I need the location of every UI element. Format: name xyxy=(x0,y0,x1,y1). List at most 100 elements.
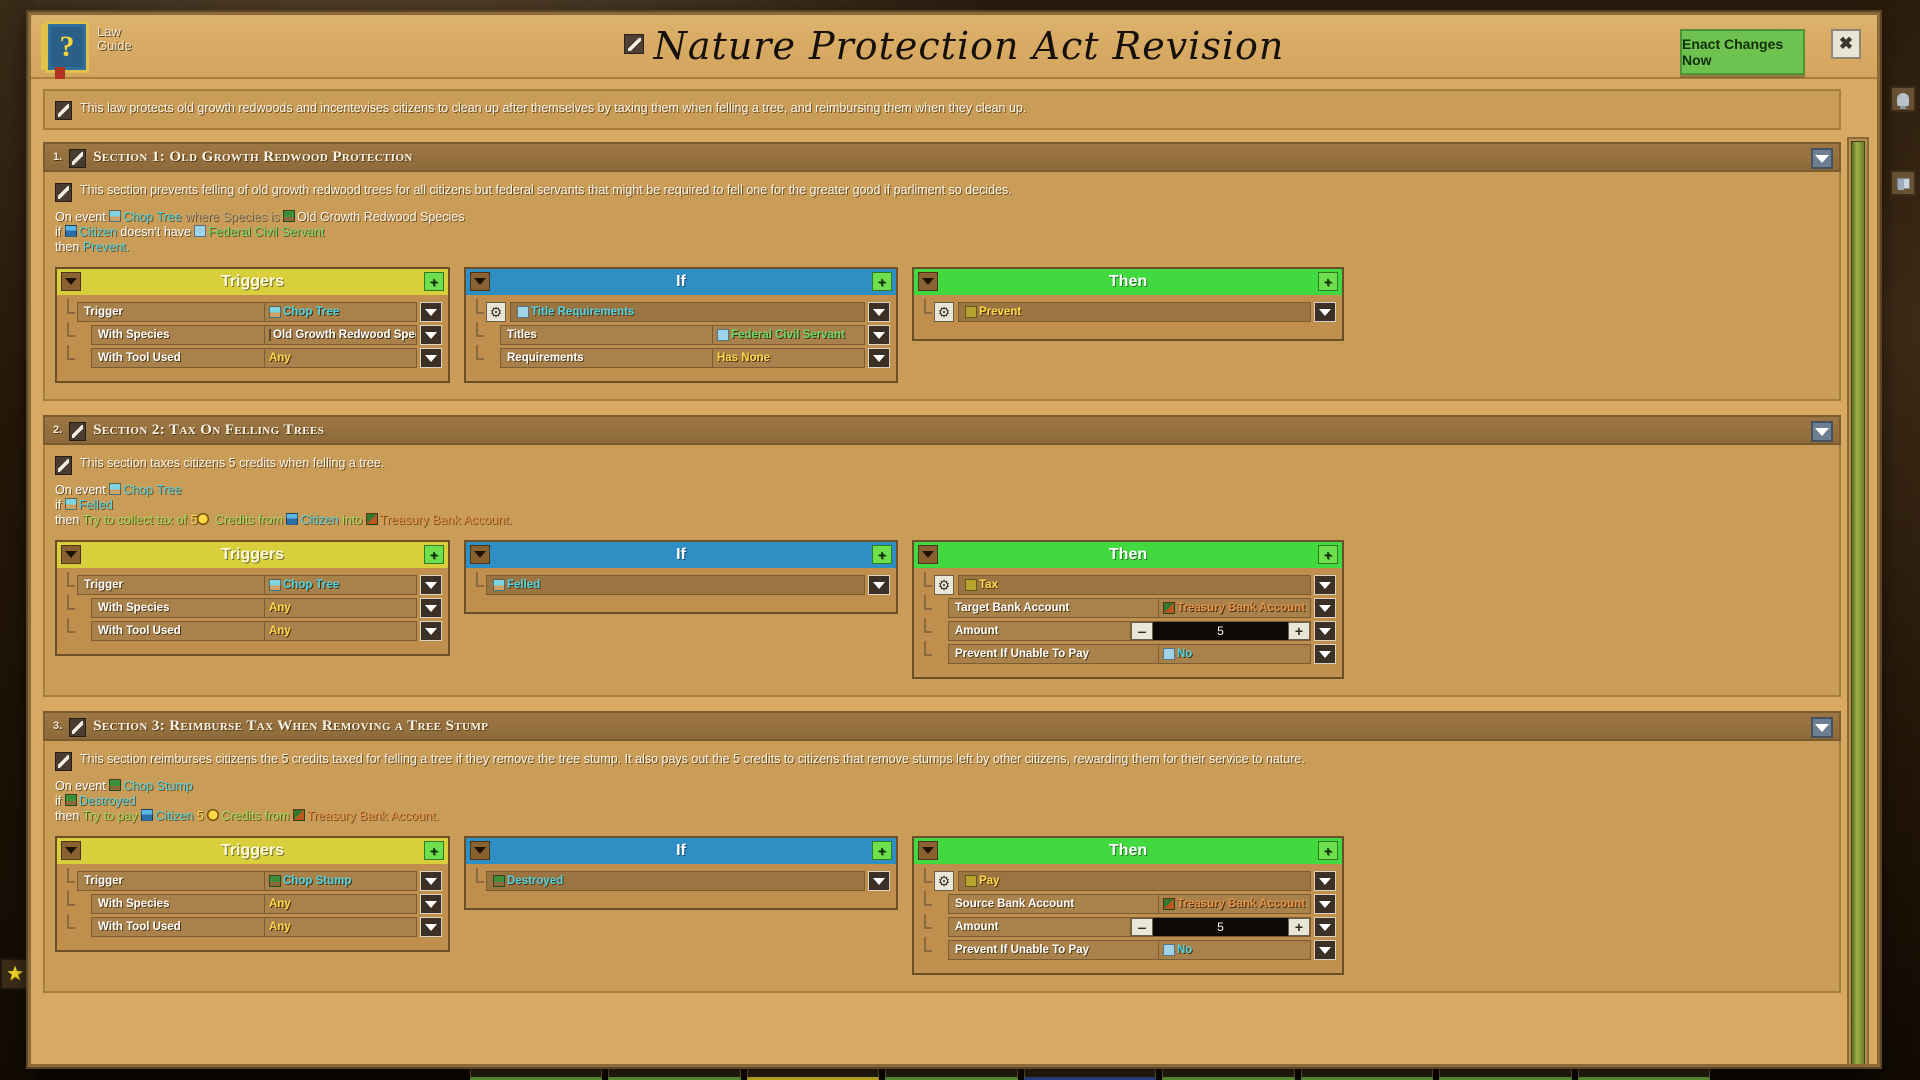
collapse-section-button[interactable] xyxy=(1811,717,1833,738)
collapse-triggers-button[interactable] xyxy=(61,272,81,291)
collapse-section-button[interactable] xyxy=(1811,148,1833,169)
chevron-down-icon[interactable] xyxy=(420,325,442,345)
collapse-then-button[interactable] xyxy=(918,272,938,291)
chevron-down-icon[interactable] xyxy=(420,575,442,595)
add-triggers-button[interactable]: + xyxy=(424,272,444,291)
add-triggers-button[interactable]: + xyxy=(424,545,444,564)
gear-icon[interactable]: ⚙ xyxy=(934,302,954,322)
collapse-then-button[interactable] xyxy=(918,545,938,564)
pseudocode-line: then Prevent. xyxy=(55,240,130,254)
scrollbar-thumb[interactable] xyxy=(1851,141,1865,1064)
collapse-triggers-button[interactable] xyxy=(61,545,81,564)
add-if-button[interactable]: + xyxy=(872,545,892,564)
window-titlebar: ? Law Guide Nature Protection Act Revisi… xyxy=(31,15,1877,79)
property-field[interactable]: Source Bank Account Treasury Bank Account xyxy=(948,894,1311,914)
property-field[interactable]: Pay xyxy=(958,871,1311,891)
property-label: Amount xyxy=(955,625,999,637)
windows-button[interactable] xyxy=(1890,170,1916,196)
chevron-down-icon[interactable] xyxy=(420,871,442,891)
property-field[interactable]: Tax xyxy=(958,575,1311,595)
chevron-down-icon[interactable] xyxy=(420,302,442,322)
collapse-section-button[interactable] xyxy=(1811,421,1833,442)
property-field[interactable]: Trigger Chop Stump xyxy=(77,871,417,891)
enact-changes-button[interactable]: Enact Changes Now xyxy=(1680,29,1805,75)
collapse-if-button[interactable] xyxy=(470,272,490,291)
chevron-down-icon[interactable] xyxy=(420,917,442,937)
chevron-down-icon[interactable] xyxy=(1314,917,1336,937)
chevron-down-icon[interactable] xyxy=(1314,598,1336,618)
property-field[interactable]: With Species Any xyxy=(91,894,417,914)
property-field[interactable]: Trigger Chop Tree xyxy=(77,575,417,595)
add-then-button[interactable]: + xyxy=(1318,545,1338,564)
property-field[interactable]: Destroyed xyxy=(486,871,865,891)
chevron-down-icon[interactable] xyxy=(868,348,890,368)
property-field[interactable]: Title Requirements xyxy=(510,302,865,322)
property-field[interactable]: Prevent If Unable To Pay No xyxy=(948,940,1311,960)
chevron-down-icon[interactable] xyxy=(1314,644,1336,664)
chevron-down-icon[interactable] xyxy=(1314,575,1336,595)
collapse-then-button[interactable] xyxy=(918,841,938,860)
chevron-down-icon[interactable] xyxy=(1314,621,1336,641)
property-field[interactable]: Amount ‒ 5 + xyxy=(948,621,1311,641)
money-icon xyxy=(965,579,977,591)
property-value: Destroyed xyxy=(487,872,864,890)
property-row: Titles Federal Civil Servant xyxy=(472,322,890,345)
add-then-button[interactable]: + xyxy=(1318,841,1338,860)
property-field[interactable]: With Species Any xyxy=(91,598,417,618)
chevron-down-icon[interactable] xyxy=(1314,940,1336,960)
close-icon[interactable]: ✖ xyxy=(1831,29,1861,59)
chevron-down-icon[interactable] xyxy=(420,348,442,368)
stepper-decrement-button[interactable]: ‒ xyxy=(1131,622,1153,640)
section-header[interactable]: 2. Section 2: Tax On Felling Trees xyxy=(43,415,1841,445)
tree-icon xyxy=(109,483,122,495)
add-if-button[interactable]: + xyxy=(872,272,892,291)
chevron-down-icon[interactable] xyxy=(868,871,890,891)
property-field[interactable]: Prevent If Unable To Pay No xyxy=(948,644,1311,664)
gear-icon[interactable]: ⚙ xyxy=(486,302,506,322)
stepper-increment-button[interactable]: + xyxy=(1288,622,1310,640)
chevron-down-icon[interactable] xyxy=(1314,871,1336,891)
gear-icon[interactable]: ⚙ xyxy=(934,871,954,891)
stepper-decrement-button[interactable]: ‒ xyxy=(1131,918,1153,936)
number-stepper[interactable]: ‒ 5 + xyxy=(1130,918,1310,936)
property-field[interactable]: Titles Federal Civil Servant xyxy=(500,325,865,345)
sapling-icon xyxy=(269,329,271,341)
stepper-value[interactable]: 5 xyxy=(1153,918,1288,936)
gear-icon[interactable]: ⚙ xyxy=(934,575,954,595)
chevron-down-icon[interactable] xyxy=(420,598,442,618)
property-field[interactable]: Requirements Has None xyxy=(500,348,865,368)
property-value: Any xyxy=(264,895,416,913)
collapse-if-button[interactable] xyxy=(470,545,490,564)
add-then-button[interactable]: + xyxy=(1318,272,1338,291)
chevron-down-icon[interactable] xyxy=(1314,894,1336,914)
notifications-button[interactable] xyxy=(1890,86,1916,112)
add-triggers-button[interactable]: + xyxy=(424,841,444,860)
property-field[interactable]: Prevent xyxy=(958,302,1311,322)
stepper-increment-button[interactable]: + xyxy=(1288,918,1310,936)
chevron-down-icon[interactable] xyxy=(1314,302,1336,322)
property-field[interactable]: Felled xyxy=(486,575,865,595)
property-row: ⚙ Tax xyxy=(920,572,1336,595)
property-field[interactable]: With Tool Used Any xyxy=(91,917,417,937)
favorite-star-button[interactable]: ★ xyxy=(0,958,30,990)
property-field[interactable]: Trigger Chop Tree xyxy=(77,302,417,322)
section-header[interactable]: 1. Section 1: Old Growth Redwood Protecti… xyxy=(43,142,1841,172)
section-header[interactable]: 3. Section 3: Reimburse Tax When Removing… xyxy=(43,711,1841,741)
collapse-if-button[interactable] xyxy=(470,841,490,860)
property-field[interactable]: With Tool Used Any xyxy=(91,621,417,641)
property-field[interactable]: Amount ‒ 5 + xyxy=(948,917,1311,937)
stepper-value[interactable]: 5 xyxy=(1153,622,1288,640)
property-field[interactable]: With Species Old Growth Redwood Species xyxy=(91,325,417,345)
chevron-down-icon[interactable] xyxy=(420,621,442,641)
property-field[interactable]: With Tool Used Any xyxy=(91,348,417,368)
add-if-button[interactable]: + xyxy=(872,841,892,860)
tree-connector xyxy=(63,572,77,595)
chevron-down-icon[interactable] xyxy=(868,325,890,345)
chevron-down-icon[interactable] xyxy=(868,575,890,595)
chevron-down-icon[interactable] xyxy=(420,894,442,914)
chevron-down-icon[interactable] xyxy=(868,302,890,322)
collapse-triggers-button[interactable] xyxy=(61,841,81,860)
number-stepper[interactable]: ‒ 5 + xyxy=(1130,622,1310,640)
vertical-scrollbar[interactable] xyxy=(1847,137,1869,1064)
property-field[interactable]: Target Bank Account Treasury Bank Account xyxy=(948,598,1311,618)
